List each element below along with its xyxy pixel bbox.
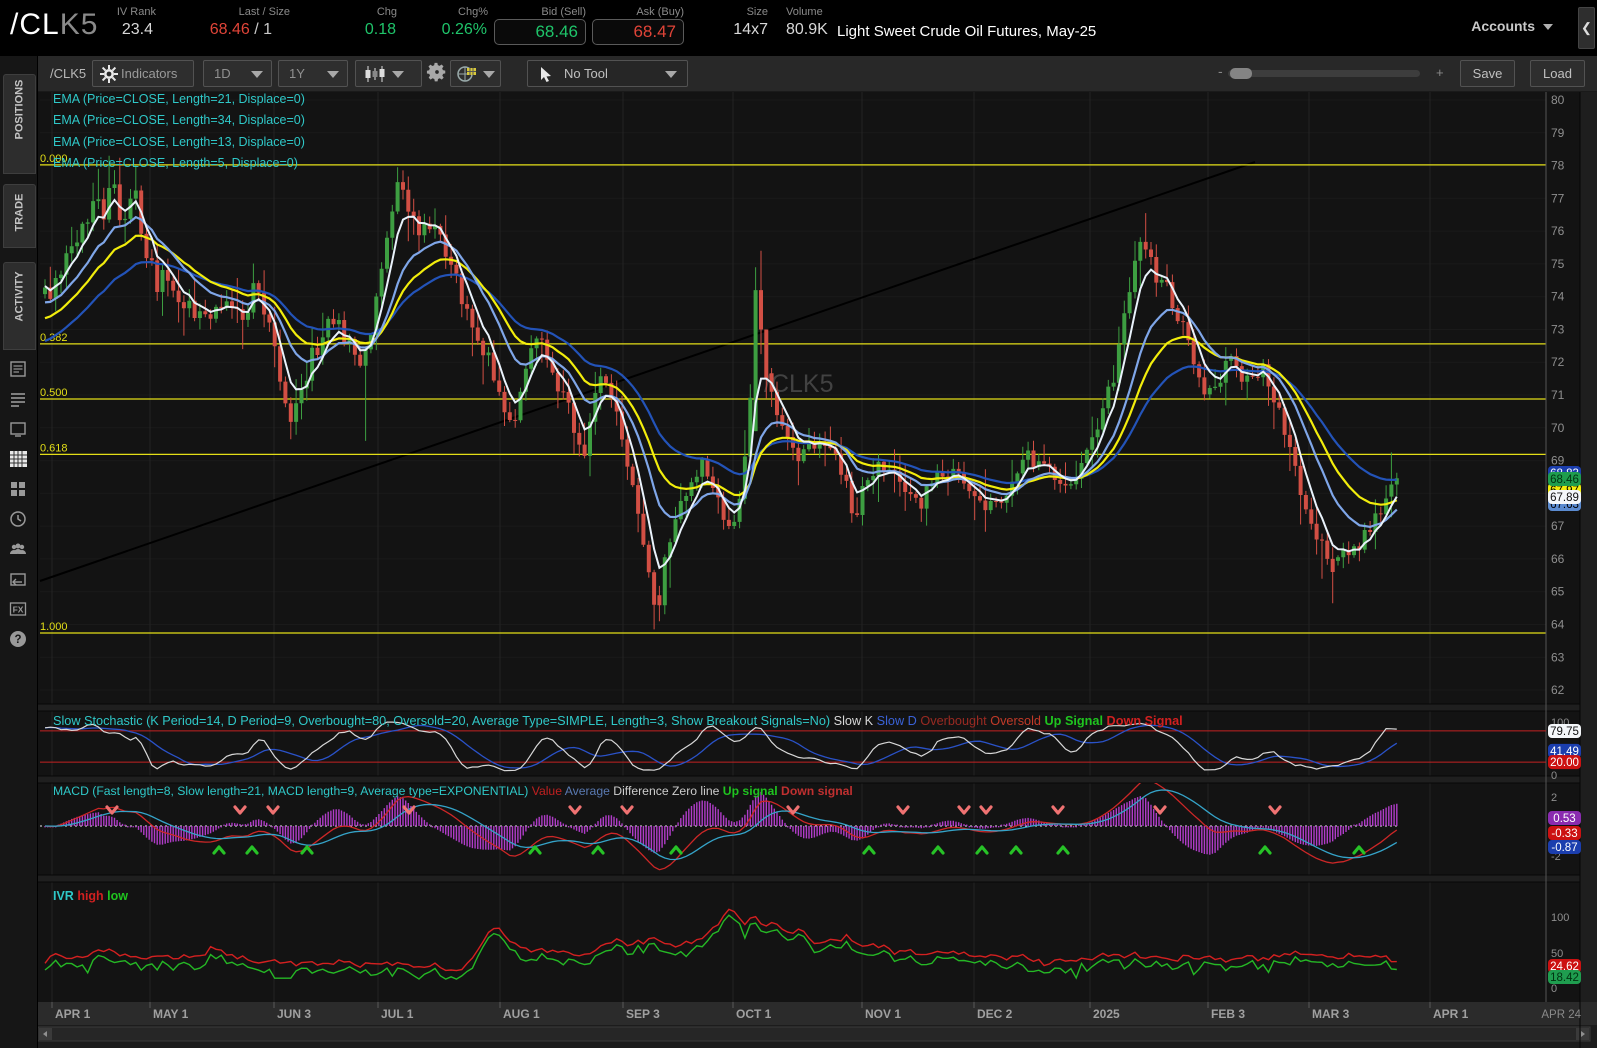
svg-text:NOV 1: NOV 1 xyxy=(865,1007,901,1021)
svg-text:0.53: 0.53 xyxy=(1553,813,1575,825)
svg-text:APR 24: APR 24 xyxy=(1541,1009,1581,1021)
svg-text:FEB 3: FEB 3 xyxy=(1211,1007,1245,1021)
svg-text:OCT 1: OCT 1 xyxy=(736,1007,772,1021)
svg-text:74: 74 xyxy=(1551,290,1565,304)
svg-text:73: 73 xyxy=(1551,323,1565,337)
svg-text:65: 65 xyxy=(1551,585,1565,599)
svg-text:67.89: 67.89 xyxy=(1550,492,1579,504)
svg-text:/CLK5: /CLK5 xyxy=(764,370,833,398)
svg-text:EMA (Price=CLOSE, Length=21, D: EMA (Price=CLOSE, Length=21, Displace=0) xyxy=(53,92,305,106)
svg-text:63: 63 xyxy=(1551,650,1565,664)
svg-text:0: 0 xyxy=(1551,770,1557,782)
svg-text:72: 72 xyxy=(1551,355,1565,369)
svg-text:IVR high low: IVR high low xyxy=(53,889,128,903)
svg-text:2: 2 xyxy=(1551,792,1557,804)
svg-text:79: 79 xyxy=(1551,126,1565,140)
svg-text:66: 66 xyxy=(1551,552,1565,566)
svg-text:79.75: 79.75 xyxy=(1550,726,1579,738)
svg-text:75: 75 xyxy=(1551,257,1565,271)
svg-text:76: 76 xyxy=(1551,224,1565,238)
svg-text:EMA (Price=CLOSE, Length=34, D: EMA (Price=CLOSE, Length=34, Displace=0) xyxy=(53,113,305,127)
svg-text:APR 1: APR 1 xyxy=(55,1007,91,1021)
svg-text:SEP 3: SEP 3 xyxy=(626,1007,660,1021)
svg-text:JUL 1: JUL 1 xyxy=(381,1007,414,1021)
svg-text:0.618: 0.618 xyxy=(40,442,68,454)
svg-text:JUN 3: JUN 3 xyxy=(277,1007,311,1021)
svg-text:50: 50 xyxy=(1551,948,1563,960)
svg-text:20.00: 20.00 xyxy=(1550,757,1579,769)
svg-text:67: 67 xyxy=(1551,519,1565,533)
svg-text:80: 80 xyxy=(1551,93,1565,107)
svg-text:77: 77 xyxy=(1551,191,1565,205)
svg-text:69: 69 xyxy=(1551,454,1565,468)
svg-text:18.42: 18.42 xyxy=(1550,972,1579,984)
svg-text:MACD (Fast length=8, Slow leng: MACD (Fast length=8, Slow length=21, MAC… xyxy=(53,784,853,798)
svg-text:EMA (Price=CLOSE, Length=5, Di: EMA (Price=CLOSE, Length=5, Displace=0) xyxy=(53,156,298,170)
svg-text:100: 100 xyxy=(1551,912,1569,924)
svg-text:AUG 1: AUG 1 xyxy=(503,1007,540,1021)
svg-text:FX: FX xyxy=(13,605,24,615)
svg-text:DEC 2: DEC 2 xyxy=(977,1007,1013,1021)
svg-text:MAR 3: MAR 3 xyxy=(1312,1007,1350,1021)
svg-text:68.46: 68.46 xyxy=(1550,474,1579,486)
svg-text:2025: 2025 xyxy=(1093,1007,1120,1021)
svg-text:0: 0 xyxy=(1551,983,1557,995)
svg-text:-0.33: -0.33 xyxy=(1551,828,1577,840)
svg-text:EMA (Price=CLOSE, Length=13, D: EMA (Price=CLOSE, Length=13, Displace=0) xyxy=(53,135,305,149)
svg-text:1.000: 1.000 xyxy=(40,621,68,633)
svg-text:64: 64 xyxy=(1551,618,1565,632)
svg-text:0.382: 0.382 xyxy=(40,332,68,344)
svg-text:70: 70 xyxy=(1551,421,1565,435)
svg-text:MAY 1: MAY 1 xyxy=(153,1007,189,1021)
svg-text:78: 78 xyxy=(1551,159,1565,173)
svg-text:71: 71 xyxy=(1551,388,1565,402)
svg-text:-0.87: -0.87 xyxy=(1551,842,1577,854)
svg-text:?: ? xyxy=(14,634,21,646)
svg-text:0.500: 0.500 xyxy=(40,387,68,399)
svg-text:Slow Stochastic (K Period=14,: Slow Stochastic (K Period=14, D Period=9… xyxy=(53,714,1183,728)
svg-text:APR 1: APR 1 xyxy=(1433,1007,1469,1021)
svg-text:62: 62 xyxy=(1551,683,1565,697)
